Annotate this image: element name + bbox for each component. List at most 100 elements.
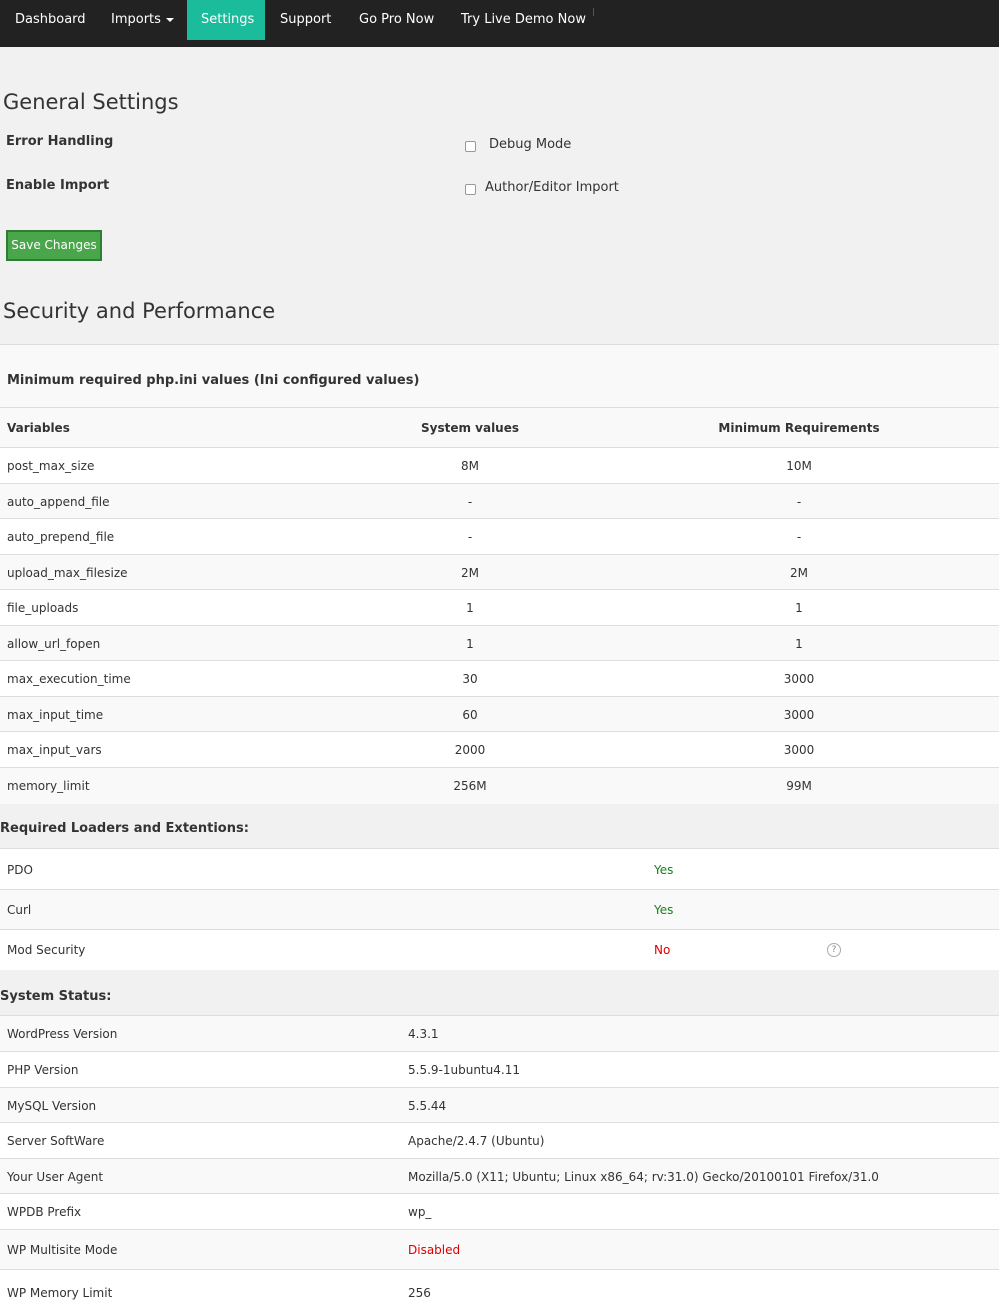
status-value: 5.5.9-1ubuntu4.11 [408,1063,520,1077]
save-changes-button[interactable]: Save Changes [6,230,102,261]
debug-mode-checkbox[interactable] [465,141,476,152]
system-value: 30 [462,672,478,686]
loader-status: Yes [654,903,674,917]
status-row: PHP Version 5.5.9-1ubuntu4.11 [0,1051,999,1088]
error-handling-label: Error Handling [6,134,114,149]
variable-name: file_uploads [7,601,79,615]
col-system-values: System values [420,421,520,435]
system-value: 1 [466,636,474,651]
table-row: auto_prepend_file - - [0,518,999,555]
variable-name: max_execution_time [7,672,131,686]
status-value: wp_ [408,1205,432,1219]
system-value: 2M [461,565,479,580]
loader-status: Yes [654,862,674,877]
status-name: WordPress Version [7,1027,118,1041]
variable-name: post_max_size [7,459,95,473]
minimum-value: 99M [786,779,812,793]
system-value: - [467,494,473,509]
ini-table-header: Variables System values Minimum Requirem… [0,407,999,448]
status-row: WPDB Prefix wp_ [0,1193,999,1230]
table-row: post_max_size 8M 10M [0,447,999,484]
status-name: WP Multisite Mode [7,1243,118,1257]
loader-status: No [654,943,671,957]
status-name: WP Memory Limit [7,1285,113,1300]
variable-name: upload_max_filesize [7,565,128,580]
loader-name: Curl [7,903,32,917]
nav-imports-label: Imports [111,12,161,27]
status-row: WP Multisite Mode Disabled [0,1229,999,1270]
system-value: 256M [453,779,487,793]
status-name: PHP Version [7,1063,79,1077]
debug-mode-label: Debug Mode [489,137,572,152]
status-name: Your User Agent [7,1169,104,1184]
loader-name: Mod Security [7,943,86,957]
variable-name: max_input_time [7,707,104,722]
loader-row: Mod Security No ? [0,929,999,970]
variable-name: auto_prepend_file [7,530,115,544]
author-import-checkbox[interactable] [465,184,476,195]
minimum-value: 3000 [783,743,815,757]
help-icon[interactable]: ? [827,943,841,957]
top-nav: Dashboard Imports Settings Support Go Pr… [0,0,999,47]
minimum-value: 10M [786,459,812,473]
status-value: Apache/2.4.7 (Ubuntu) [408,1134,545,1148]
ini-heading: Minimum required php.ini values (Ini con… [7,373,420,388]
system-value: - [467,530,473,544]
table-row: max_input_vars 2000 3000 [0,731,999,768]
system-status-title: System Status: [0,989,112,1004]
nav-dashboard[interactable]: Dashboard [1,0,100,40]
caret-down-icon [165,17,174,22]
loaders-title: Required Loaders and Extentions: [0,821,249,836]
status-value: 4.3.1 [408,1027,439,1041]
table-row: max_execution_time 30 3000 [0,660,999,697]
col-minimum-requirements: Minimum Requirements [718,421,880,435]
variable-name: max_input_vars [7,743,102,757]
minimum-value: - [796,494,802,509]
system-value: 2000 [454,743,486,757]
nav-imports[interactable]: Imports [97,0,188,40]
security-performance-title: Security and Performance [3,299,276,323]
status-row: Your User Agent Mozilla/5.0 (X11; Ubuntu… [0,1158,999,1194]
table-row: file_uploads 1 1 [0,589,999,626]
status-name: MySQL Version [7,1098,97,1113]
general-settings-title: General Settings [3,90,179,114]
status-row: Server SoftWare Apache/2.4.7 (Ubuntu) [0,1122,999,1159]
nav-settings[interactable]: Settings [187,0,265,40]
nav-live-demo[interactable]: Try Live Demo Now [447,0,600,40]
status-value: 5.5.44 [408,1098,447,1113]
table-row: max_input_time 60 3000 [0,696,999,732]
variable-name: allow_url_fopen [7,636,101,651]
system-value: 1 [466,601,474,615]
variable-name: memory_limit [7,779,90,793]
ini-panel: Minimum required php.ini values (Ini con… [0,344,999,408]
author-import-label: Author/Editor Import [485,180,619,195]
status-value: Disabled [408,1243,461,1257]
table-row: memory_limit 256M 99M [0,767,999,804]
system-value: 60 [462,707,478,722]
loader-row: Curl Yes [0,889,999,930]
col-variables: Variables [7,421,70,435]
status-name: WPDB Prefix [7,1205,82,1219]
nav-go-pro[interactable]: Go Pro Now [345,0,448,40]
loader-name: PDO [7,862,33,877]
table-row: upload_max_filesize 2M 2M [0,554,999,590]
nav-divider [593,8,594,16]
status-value: 256 [408,1285,431,1300]
enable-import-label: Enable Import [6,178,110,193]
status-value: Mozilla/5.0 (X11; Ubuntu; Linux x86_64; … [408,1169,879,1184]
table-row: allow_url_fopen 1 1 [0,625,999,661]
minimum-value: 3000 [783,672,815,686]
minimum-value: 2M [790,565,808,580]
status-row: WordPress Version 4.3.1 [0,1015,999,1052]
status-name: Server SoftWare [7,1134,105,1148]
status-row: WP Memory Limit 256 [0,1269,999,1315]
minimum-value: - [796,530,802,544]
nav-support[interactable]: Support [266,0,345,40]
system-value: 8M [461,459,479,473]
variable-name: auto_append_file [7,494,110,509]
minimum-value: 1 [795,636,803,651]
minimum-value: 1 [795,601,803,615]
table-row: auto_append_file - - [0,483,999,519]
loader-row: PDO Yes [0,848,999,890]
minimum-value: 3000 [783,707,815,722]
